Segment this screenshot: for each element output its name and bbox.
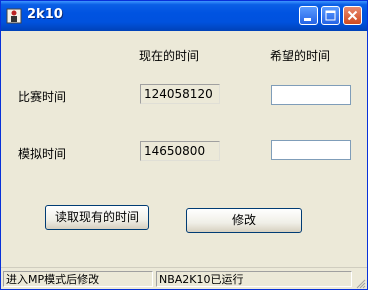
- status-bar: 进入MP模式后修改 NBA2K10已运行: [1, 267, 367, 289]
- close-icon: [347, 10, 358, 21]
- app-icon: [6, 8, 22, 24]
- sim-time-label: 模拟时间: [18, 147, 67, 161]
- sim-time-current-field: 14650800: [140, 141, 220, 161]
- status-pane-right: NBA2K10已运行: [156, 271, 352, 287]
- maximize-button[interactable]: [321, 6, 340, 25]
- maximize-icon: [325, 10, 336, 21]
- modify-button[interactable]: 修改: [186, 208, 302, 233]
- status-pane-left: 进入MP模式后修改: [3, 271, 153, 287]
- current-time-header: 现在的时间: [139, 49, 200, 63]
- window-title: 2k10: [27, 7, 63, 22]
- title-bar[interactable]: 2k10: [1, 1, 367, 31]
- sim-time-desired-input[interactable]: [271, 140, 351, 160]
- desired-time-header: 希望的时间: [270, 49, 331, 63]
- minimize-icon: [304, 18, 311, 21]
- match-time-label: 比赛时间: [18, 90, 67, 104]
- read-current-time-button[interactable]: 读取现有的时间: [45, 205, 149, 230]
- app-window: 2k10 现在的时间 希望的时间 比赛时间 124058120 模拟时间 146…: [0, 0, 368, 290]
- resize-grip-icon[interactable]: [354, 277, 366, 289]
- close-button[interactable]: [343, 6, 362, 25]
- match-time-current-field: 124058120: [140, 84, 220, 104]
- match-time-desired-input[interactable]: [271, 85, 351, 105]
- minimize-button[interactable]: [299, 6, 318, 25]
